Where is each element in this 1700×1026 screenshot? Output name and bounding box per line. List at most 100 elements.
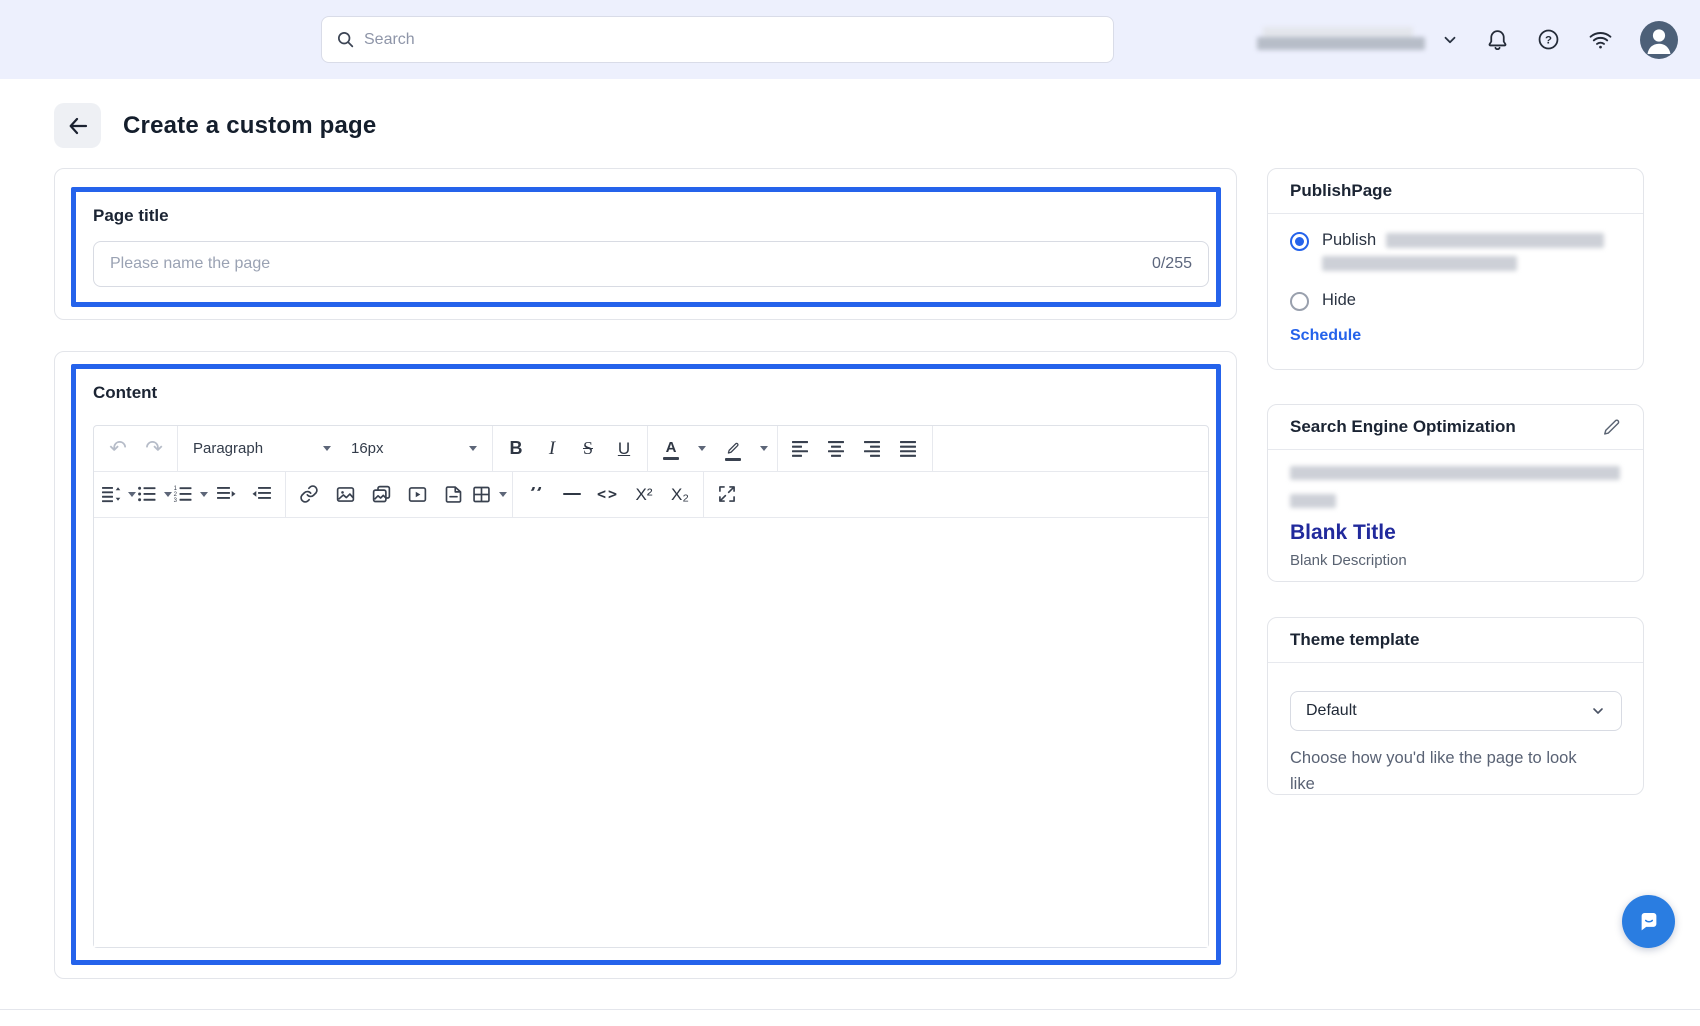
search-icon <box>336 30 355 49</box>
toolbar-background-color-dropdown[interactable] <box>756 427 772 471</box>
seo-card-title: Search Engine Optimization <box>1290 417 1516 437</box>
page-header: Create a custom page <box>54 103 376 148</box>
page-name-input[interactable] <box>110 255 1152 273</box>
toolbar-block-format-dropdown[interactable]: Paragraph <box>183 426 341 470</box>
undo-icon: ↶ <box>109 438 127 459</box>
toolbar-horizontal-rule-button[interactable] <box>554 472 590 516</box>
numbered-list-icon: 123 <box>173 484 193 504</box>
fullscreen-icon <box>717 484 737 504</box>
chevron-down-icon <box>499 492 507 497</box>
toolbar-undo-button[interactable]: ↶ <box>100 426 136 470</box>
toolbar-fullscreen-button[interactable] <box>709 472 745 516</box>
topbar-right-cluster: ? <box>1257 0 1678 79</box>
toolbar-font-size-dropdown[interactable]: 16px <box>341 426 487 470</box>
chat-widget-button[interactable] <box>1622 895 1675 948</box>
toolbar-code-button[interactable]: <> <box>590 472 626 516</box>
line-height-icon <box>101 484 121 504</box>
publish-card-header: PublishPage <box>1268 169 1643 214</box>
toolbar-indent-button[interactable] <box>208 472 244 516</box>
chevron-down-icon <box>200 492 208 497</box>
indent-icon <box>216 484 236 504</box>
underline-icon: U <box>618 440 630 457</box>
toolbar-separator <box>932 426 933 471</box>
seo-edit-button[interactable] <box>1602 418 1621 437</box>
bell-icon <box>1485 27 1510 52</box>
seo-card-header: Search Engine Optimization <box>1268 405 1643 450</box>
theme-helper-text: Choose how you'd like the page to look l… <box>1290 745 1590 797</box>
hide-option-label: Hide <box>1322 290 1356 310</box>
toolbar-separator <box>512 472 513 517</box>
toolbar-align-justify-button[interactable] <box>891 426 927 470</box>
help-icon: ? <box>1536 27 1561 52</box>
toolbar-align-left-button[interactable] <box>783 426 819 470</box>
account-name-redacted <box>1257 27 1425 53</box>
document-icon <box>443 484 464 505</box>
toolbar-insert-document-button[interactable] <box>435 472 471 516</box>
notifications-button[interactable] <box>1485 27 1510 52</box>
content-card: Content ↶ ↷ Paragraph 16px B <box>54 351 1237 979</box>
toolbar-superscript-button[interactable]: X² <box>626 472 662 516</box>
page-name-field[interactable]: 0/255 <box>93 241 1209 287</box>
search-box[interactable] <box>321 16 1114 63</box>
toolbar-separator <box>177 426 178 471</box>
chevron-down-icon <box>128 492 136 497</box>
toolbar-align-center-button[interactable] <box>819 426 855 470</box>
toolbar-insert-gallery-button[interactable] <box>363 472 399 516</box>
seo-result-title: Blank Title <box>1290 521 1621 545</box>
toolbar-separator <box>647 426 648 471</box>
hide-radio[interactable] <box>1290 292 1309 311</box>
toolbar-text-color-dropdown[interactable] <box>694 427 710 471</box>
redacted-block <box>1263 27 1413 38</box>
account-avatar[interactable] <box>1640 21 1678 59</box>
bottom-divider <box>0 1009 1700 1010</box>
toolbar-background-color-button[interactable] <box>715 427 751 471</box>
subscript-icon: X₂ <box>671 486 689 503</box>
seo-card-body: Blank Title Blank Description <box>1268 450 1643 569</box>
publish-radio-selected[interactable] <box>1290 232 1309 251</box>
publish-option[interactable]: Publish <box>1290 230 1621 276</box>
toolbar-text-color-button[interactable]: A <box>653 427 689 471</box>
theme-card-title: Theme template <box>1290 630 1419 650</box>
toolbar-line-height-button[interactable] <box>100 472 136 516</box>
help-button[interactable]: ? <box>1536 27 1561 52</box>
toolbar-separator <box>777 426 778 471</box>
toolbar-redo-button[interactable]: ↷ <box>136 426 172 470</box>
theme-card-header: Theme template <box>1268 618 1643 663</box>
chevron-down-icon <box>469 446 477 451</box>
toolbar-align-right-button[interactable] <box>855 426 891 470</box>
back-button[interactable] <box>54 103 101 148</box>
theme-template-value: Default <box>1306 702 1357 720</box>
toolbar-insert-image-button[interactable] <box>327 472 363 516</box>
table-icon <box>471 484 492 505</box>
theme-template-select[interactable]: Default <box>1290 691 1622 731</box>
toolbar-insert-table-button[interactable] <box>471 472 507 516</box>
toolbar-insert-video-button[interactable] <box>399 472 435 516</box>
publish-card: PublishPage Publish Hide <box>1267 168 1644 370</box>
bold-icon: B <box>510 439 523 457</box>
topbar: ? <box>0 0 1700 79</box>
blockquote-icon: ” <box>529 487 544 501</box>
connection-status-button[interactable] <box>1587 27 1614 52</box>
account-menu-chevron[interactable] <box>1441 31 1459 49</box>
content-field-label: Content <box>93 383 1199 403</box>
redacted-text <box>1322 256 1517 271</box>
toolbar-numbered-list-button[interactable]: 123 <box>172 472 208 516</box>
hide-option[interactable]: Hide <box>1290 290 1621 311</box>
toolbar-blockquote-button[interactable]: ” <box>518 472 554 516</box>
toolbar-bold-button[interactable]: B <box>498 426 534 470</box>
schedule-link[interactable]: Schedule <box>1290 327 1361 345</box>
toolbar-insert-link-button[interactable] <box>291 472 327 516</box>
toolbar-strikethrough-button[interactable]: S <box>570 426 606 470</box>
toolbar-italic-button[interactable]: I <box>534 426 570 470</box>
toolbar-outdent-button[interactable] <box>244 472 280 516</box>
content-highlight-outline: Content ↶ ↷ Paragraph 16px B <box>71 364 1221 965</box>
toolbar-underline-button[interactable]: U <box>606 426 642 470</box>
toolbar-subscript-button[interactable]: X₂ <box>662 472 698 516</box>
editor-content-area[interactable] <box>94 520 1208 947</box>
chevron-down-icon <box>164 492 172 497</box>
search-input[interactable] <box>364 31 1099 49</box>
text-color-icon: A <box>666 441 677 455</box>
redacted-block <box>1257 37 1425 50</box>
toolbar-separator <box>285 472 286 517</box>
toolbar-bullet-list-button[interactable] <box>136 472 172 516</box>
